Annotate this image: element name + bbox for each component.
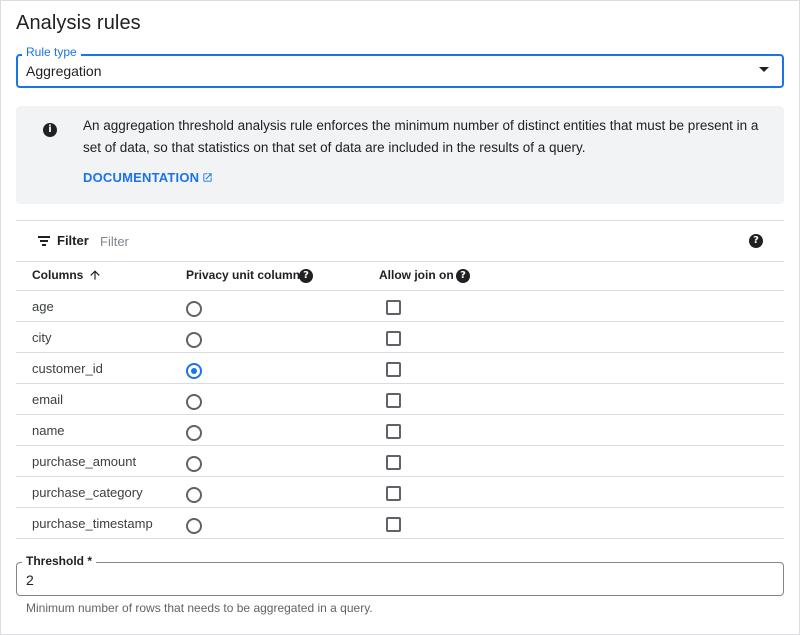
privacy-unit-radio[interactable] xyxy=(186,456,202,472)
allow-join-checkbox[interactable] xyxy=(386,486,401,501)
allow-join-checkbox[interactable] xyxy=(386,362,401,377)
documentation-link[interactable]: DOCUMENTATION xyxy=(83,170,213,185)
privacy-unit-radio[interactable] xyxy=(186,301,202,317)
open-in-new-icon xyxy=(203,173,212,182)
allow-join-checkbox[interactable] xyxy=(386,424,401,439)
privacy-unit-radio[interactable] xyxy=(186,394,202,410)
column-header-allow-join: Allow join on xyxy=(379,268,454,282)
table-row: purchase_timestamp xyxy=(16,508,784,539)
threshold-hint: Minimum number of rows that needs to be … xyxy=(26,601,373,615)
filter-label: Filter xyxy=(57,233,89,248)
filter-input[interactable] xyxy=(100,231,700,251)
table-row: age xyxy=(16,291,784,322)
table-row: purchase_amount xyxy=(16,446,784,477)
column-name: city xyxy=(32,330,52,345)
threshold-label: Threshold * xyxy=(22,554,97,568)
help-icon[interactable]: ? xyxy=(456,269,470,283)
privacy-unit-radio[interactable] xyxy=(186,487,202,503)
privacy-unit-radio[interactable] xyxy=(186,518,202,534)
documentation-link-label[interactable]: DOCUMENTATION xyxy=(83,170,199,185)
info-text: An aggregation threshold analysis rule e… xyxy=(83,118,759,155)
column-name: purchase_timestamp xyxy=(32,516,153,531)
column-header-columns[interactable]: Columns xyxy=(32,268,83,282)
table-row: city xyxy=(16,322,784,353)
column-name: age xyxy=(32,299,54,314)
page-title: Analysis rules xyxy=(16,12,141,34)
privacy-unit-radio[interactable] xyxy=(186,425,202,441)
arrow-upward-icon[interactable] xyxy=(88,268,102,282)
column-name: purchase_category xyxy=(32,485,143,500)
table-row: customer_id xyxy=(16,353,784,384)
arrow-drop-down-icon[interactable] xyxy=(759,67,769,72)
allow-join-checkbox[interactable] xyxy=(386,517,401,532)
allow-join-checkbox[interactable] xyxy=(386,331,401,346)
threshold-input[interactable] xyxy=(26,571,766,589)
allow-join-checkbox[interactable] xyxy=(386,393,401,408)
filter-icon[interactable] xyxy=(38,236,50,246)
help-icon[interactable]: ? xyxy=(749,234,763,248)
column-name: name xyxy=(32,423,65,438)
info-icon: i xyxy=(43,123,57,137)
table-row: purchase_category xyxy=(16,477,784,508)
column-name: customer_id xyxy=(32,361,103,376)
rule-type-select[interactable] xyxy=(16,54,784,88)
help-icon[interactable]: ? xyxy=(299,269,313,283)
column-name: purchase_amount xyxy=(32,454,137,469)
allow-join-checkbox[interactable] xyxy=(386,455,401,470)
privacy-unit-radio[interactable] xyxy=(186,332,202,348)
allow-join-checkbox[interactable] xyxy=(386,300,401,315)
table-row: email xyxy=(16,384,784,415)
table-row: name xyxy=(16,415,784,446)
rule-type-label: Rule type xyxy=(22,45,81,59)
column-header-privacy-unit: Privacy unit column xyxy=(186,268,301,282)
column-name: email xyxy=(32,392,64,407)
rule-type-value[interactable]: Aggregation xyxy=(26,63,102,79)
privacy-unit-radio[interactable] xyxy=(186,363,202,379)
